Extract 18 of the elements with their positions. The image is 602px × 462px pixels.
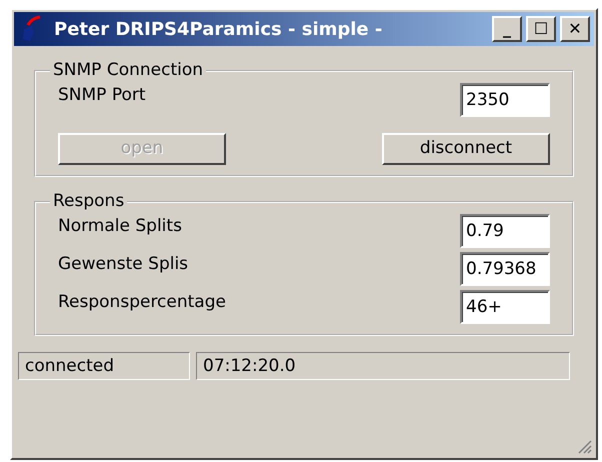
status-text: connected (18, 352, 190, 380)
field-label: Gewenste Splis (58, 253, 188, 276)
field-label: Normale Splits (58, 215, 182, 238)
status-text: 07:12:20.0 (196, 352, 570, 380)
window-title: Peter DRIPS4Paramics - simple - (54, 18, 384, 42)
resize-grip-icon[interactable] (576, 438, 592, 454)
field-label: Responspercentage (58, 291, 226, 314)
maximize-button[interactable]: ☐ (526, 16, 556, 42)
value-field[interactable]: 0.79 (460, 214, 550, 248)
port-field[interactable]: 2350 (460, 83, 550, 117)
group-title: Respons (52, 193, 126, 210)
group-title: SNMP Connection (52, 62, 204, 79)
field-label: SNMP Port (58, 84, 146, 107)
disconnect-button[interactable]: disconnect (382, 133, 550, 165)
close-button[interactable]: ✕ (560, 16, 590, 42)
minimize-button[interactable]: _ (492, 16, 522, 42)
value-field[interactable]: 0.79368 (460, 252, 550, 286)
value-field[interactable]: 46+ (460, 290, 550, 324)
